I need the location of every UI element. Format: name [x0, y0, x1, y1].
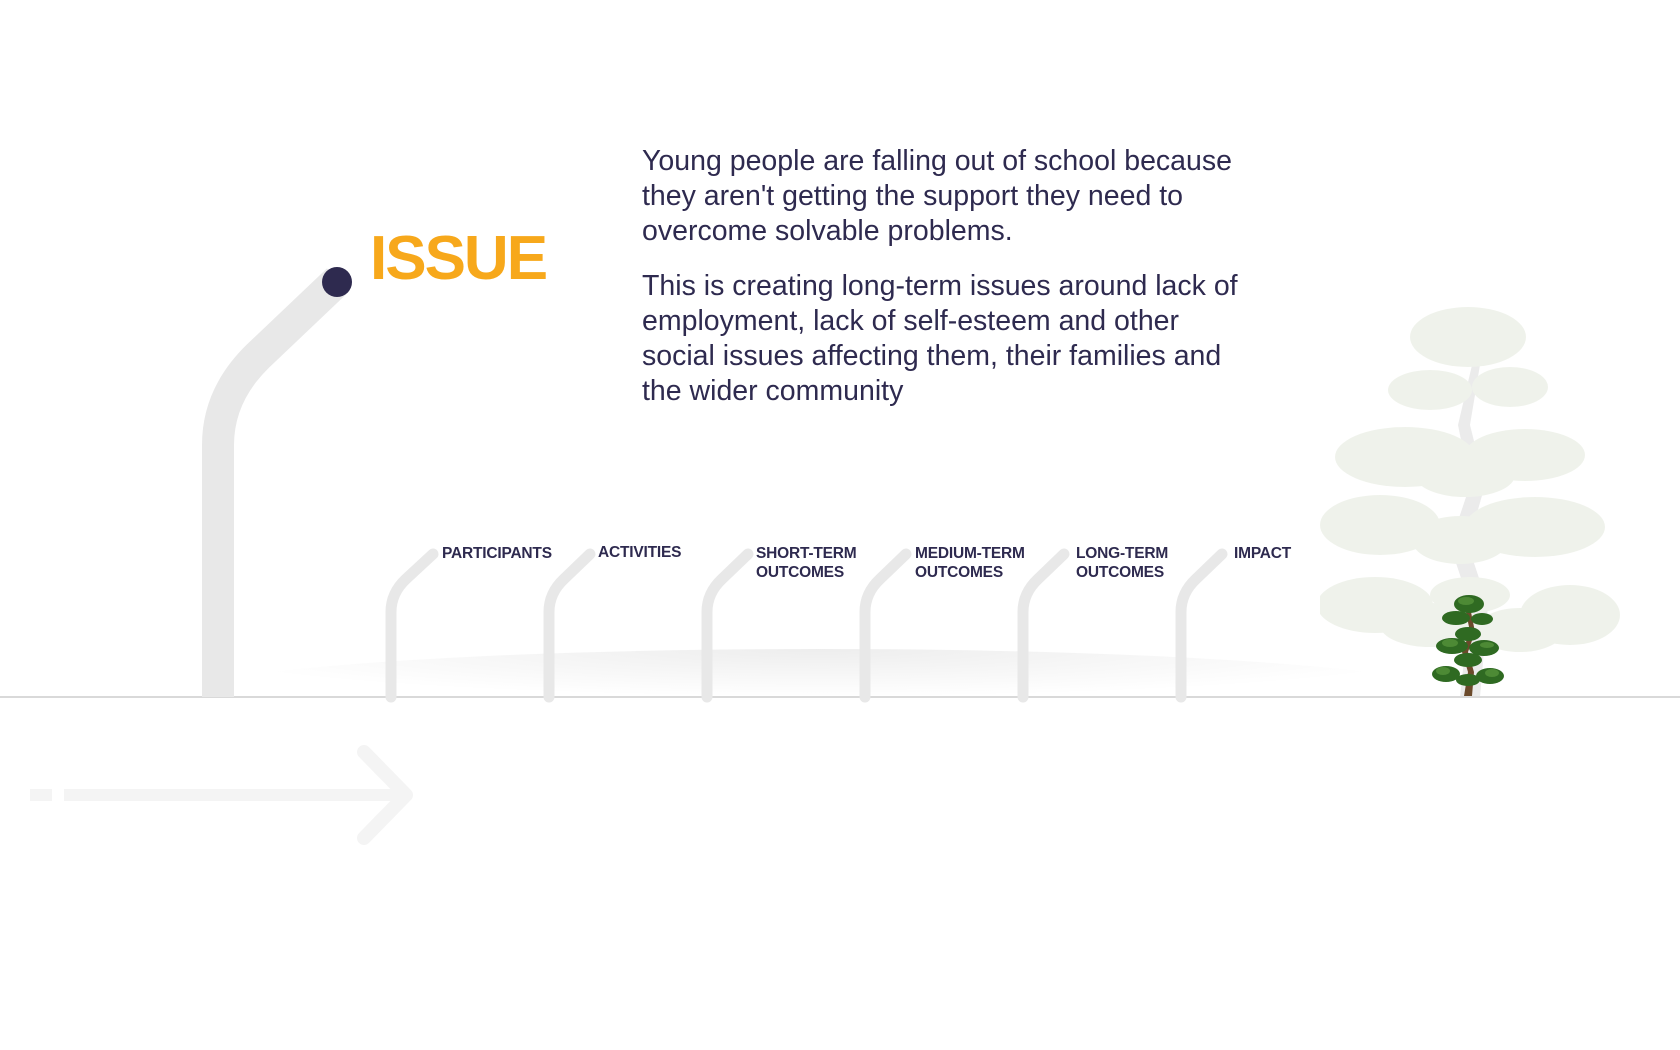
stage-label-participants: PARTICIPANTS — [442, 545, 552, 562]
bonsai-tree-icon — [1432, 595, 1504, 696]
issue-paragraph-2: This is creating long-term issues around… — [642, 270, 1238, 407]
stage-label-medium-term-outcomes: MEDIUM-TERM OUTCOMES — [915, 545, 1025, 581]
issue-description: Young people are falling out of school b… — [642, 144, 1242, 429]
stage-label-activities: ACTIVITIES — [598, 544, 682, 561]
stage-label-long-term-outcomes: LONG-TERM OUTCOMES — [1076, 545, 1169, 581]
issue-paragraph-1: Young people are falling out of school b… — [642, 145, 1232, 247]
issue-dot — [322, 267, 352, 297]
issue-title: ISSUE — [370, 224, 548, 293]
theory-of-change-diagram: ISSUE Young people are falling out of sc… — [0, 0, 1680, 1050]
arrow-right-icon — [30, 745, 413, 845]
issue-stem — [202, 268, 350, 697]
stage-label-impact: IMPACT — [1234, 545, 1292, 562]
stage-label-short-term-outcomes: SHORT-TERM OUTCOMES — [756, 545, 857, 581]
